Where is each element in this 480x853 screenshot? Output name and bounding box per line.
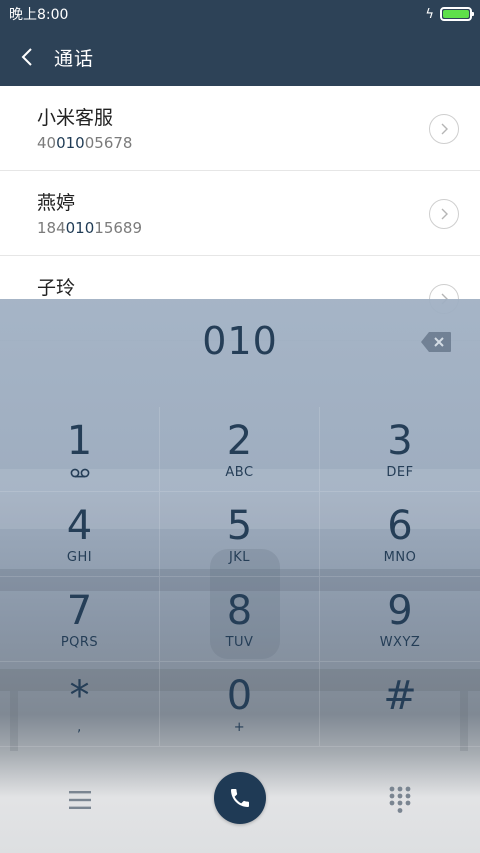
key-digit: 6: [387, 503, 413, 549]
number-prefix: 40: [37, 134, 57, 152]
backspace-icon[interactable]: [420, 331, 452, 353]
number-suffix: 15689: [94, 219, 142, 237]
dialer-panel: 010 1 2 ABC 3 DEF 4 GHI 5 JKL 6 MNO 7 PQ…: [0, 299, 480, 853]
dialpad-icon[interactable]: [389, 786, 411, 814]
key-5[interactable]: 5 JKL: [160, 492, 320, 577]
status-icons: ϟ: [425, 6, 474, 22]
menu-icon[interactable]: [68, 789, 92, 811]
key-letters: ABC: [225, 465, 254, 480]
contact-detail-button[interactable]: [429, 114, 459, 144]
number-display: 010: [0, 299, 480, 391]
contact-number: 18401015689: [37, 219, 480, 237]
contact-name: 子玲: [37, 277, 76, 299]
contact-number: 4001005678: [37, 134, 480, 152]
key-digit: #: [383, 673, 417, 719]
key-6[interactable]: 6 MNO: [320, 492, 480, 577]
number-suffix: 05678: [84, 134, 133, 152]
key-digit: 8: [226, 588, 253, 634]
entered-number: 010: [202, 319, 278, 363]
key-letters: JKL: [228, 550, 251, 565]
dialer-bottom-bar: [0, 755, 480, 853]
status-time: 晚上8:00: [9, 7, 69, 23]
number-match: 010: [56, 134, 85, 152]
key-0[interactable]: 0 +: [160, 662, 320, 747]
status-bar: 晚上8:00 ϟ: [0, 0, 480, 28]
key-letters: GHI: [66, 550, 93, 565]
key-4[interactable]: 4 GHI: [0, 492, 160, 577]
key-8[interactable]: 8 TUV: [160, 577, 320, 662]
key-digit: 7: [66, 588, 93, 634]
contact-name: 燕婷: [37, 192, 76, 214]
key-digit: 2: [226, 418, 253, 464]
key-letters: ,: [77, 720, 82, 735]
charging-icon: ϟ: [425, 6, 434, 22]
key-digit: 9: [387, 588, 413, 634]
battery-icon: [440, 7, 474, 21]
key-digit: 5: [226, 503, 253, 549]
key-3[interactable]: 3 DEF: [320, 407, 480, 492]
key-digit: 1: [66, 418, 93, 464]
chevron-right-icon: [441, 123, 448, 135]
dial-keypad: 1 2 ABC 3 DEF 4 GHI 5 JKL 6 MNO 7 PQRS 8…: [0, 407, 480, 747]
contact-detail-button[interactable]: [429, 199, 459, 229]
key-2[interactable]: 2 ABC: [160, 407, 320, 492]
key-digit: 0: [226, 673, 253, 719]
voicemail-icon: [70, 468, 89, 478]
call-button[interactable]: [214, 772, 266, 824]
key-star[interactable]: * ,: [0, 662, 160, 747]
key-letters: PQRS: [60, 635, 99, 650]
number-match: 010: [65, 219, 95, 237]
key-digit: *: [69, 673, 90, 719]
back-icon[interactable]: [0, 28, 54, 86]
chevron-right-icon: [441, 208, 448, 220]
key-letters: +: [233, 720, 246, 735]
key-letters: WXYZ: [379, 635, 421, 650]
app-header: 通话: [0, 28, 480, 86]
contact-name: 小米客服: [37, 107, 114, 129]
key-digit: 4: [66, 503, 93, 549]
key-hash[interactable]: #: [320, 662, 480, 747]
key-letters: TUV: [225, 635, 254, 650]
key-digit: 3: [387, 418, 413, 464]
battery-level: [443, 10, 469, 18]
key-letters: MNO: [383, 550, 417, 565]
page-title: 通话: [54, 47, 95, 70]
key-9[interactable]: 9 WXYZ: [320, 577, 480, 662]
number-prefix: 184: [37, 219, 66, 237]
contact-row[interactable]: 燕婷 18401015689: [0, 171, 480, 256]
phone-icon: [231, 789, 249, 807]
key-letters: DEF: [386, 465, 414, 480]
contact-row[interactable]: 小米客服 4001005678: [0, 86, 480, 171]
key-7[interactable]: 7 PQRS: [0, 577, 160, 662]
key-1[interactable]: 1: [0, 407, 160, 492]
